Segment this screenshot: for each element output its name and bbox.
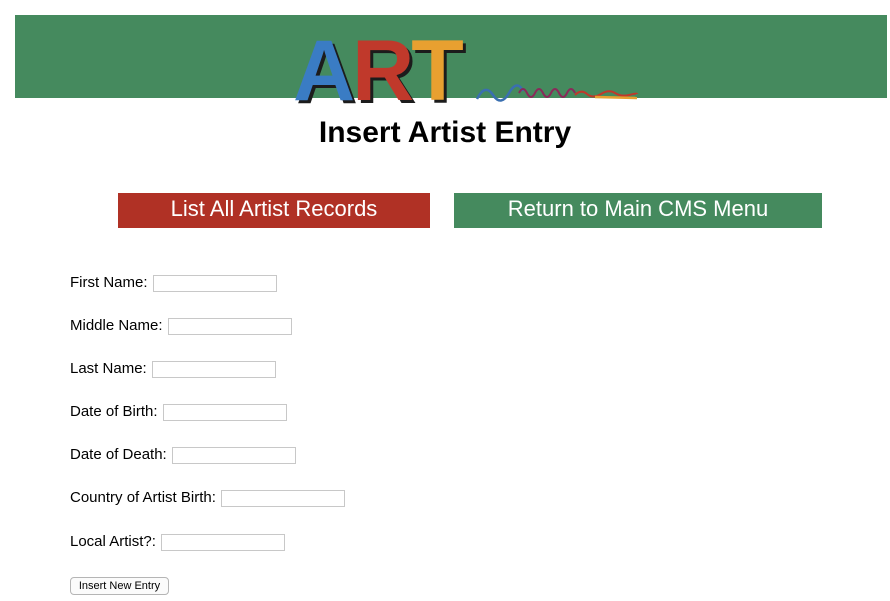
list-all-artist-records-button[interactable]: List All Artist Records: [118, 193, 430, 228]
middle-name-row: Middle Name:: [70, 316, 292, 336]
page-title: Insert Artist Entry: [318, 116, 572, 149]
date-of-death-label: Date of Death:: [70, 446, 167, 463]
logo-letter-t: T: [411, 23, 464, 119]
logo-letter-a: A: [293, 23, 355, 119]
logo-letter-r: R: [352, 23, 414, 119]
last-name-row: Last Name:: [70, 359, 276, 379]
local-artist-label: Local Artist?:: [70, 533, 156, 550]
first-name-field[interactable]: [152, 274, 277, 292]
date-of-birth-label: Date of Birth:: [70, 403, 158, 420]
date-of-birth-field[interactable]: [162, 403, 287, 421]
first-name-row: First Name:: [70, 273, 277, 293]
first-name-label: First Name:: [70, 274, 148, 291]
middle-name-label: Middle Name:: [70, 317, 163, 334]
local-artist-field[interactable]: [160, 533, 285, 551]
last-name-label: Last Name:: [70, 360, 147, 377]
country-of-birth-field[interactable]: [220, 489, 345, 507]
header-banner: ART: [15, 15, 887, 114]
date-of-death-field[interactable]: [171, 446, 296, 464]
country-of-birth-row: Country of Artist Birth:: [70, 488, 345, 508]
last-name-field[interactable]: [151, 360, 276, 378]
date-of-death-row: Date of Death:: [70, 445, 296, 465]
middle-name-field[interactable]: [167, 317, 292, 335]
logo-squiggle-icon: [475, 84, 638, 102]
return-to-main-menu-button[interactable]: Return to Main CMS Menu: [454, 193, 822, 228]
local-artist-row: Local Artist?:: [70, 532, 285, 552]
insert-new-entry-button[interactable]: Insert New Entry: [70, 577, 169, 595]
date-of-birth-row: Date of Birth:: [70, 402, 287, 422]
art-logo: ART: [293, 23, 464, 119]
country-of-birth-label: Country of Artist Birth:: [70, 489, 216, 506]
